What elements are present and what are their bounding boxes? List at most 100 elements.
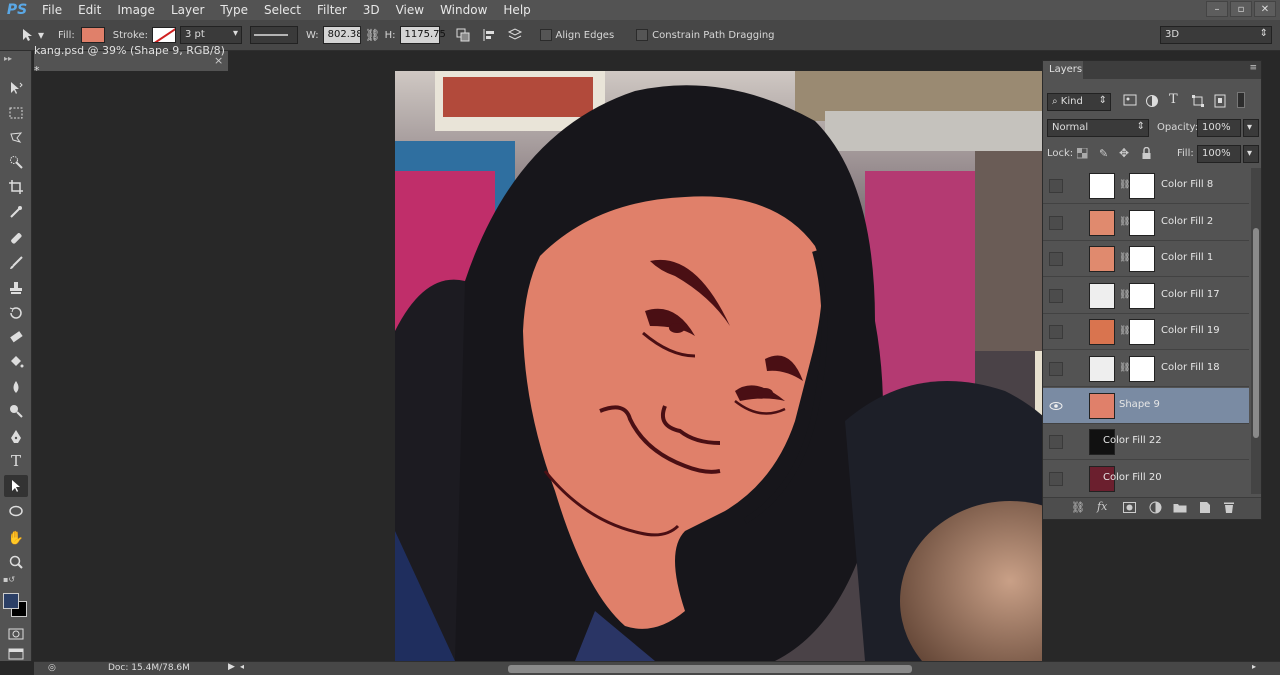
menu-view[interactable]: View (388, 0, 432, 20)
marquee-tool-icon[interactable] (4, 102, 28, 124)
pen-tool-icon[interactable] (4, 426, 28, 448)
layer-row[interactable]: Color Fill 22 (1043, 424, 1249, 461)
layer-mask-thumbnail[interactable] (1129, 356, 1155, 382)
layer-row[interactable]: ⛓ Color Fill 19 (1043, 314, 1249, 351)
quick-selection-tool-icon[interactable] (4, 151, 28, 173)
document-tab[interactable]: kang.psd @ 39% (Shape 9, RGB/8) * × (34, 44, 228, 77)
close-icon[interactable]: × (214, 51, 223, 71)
height-field[interactable]: 1175.75 (399, 26, 446, 44)
layer-mask-thumbnail[interactable] (1129, 173, 1155, 199)
layer-name[interactable]: Color Fill 1 (1161, 252, 1213, 263)
align-edges-checkbox[interactable] (539, 29, 552, 41)
pixel-layer-filter-icon[interactable] (1123, 94, 1139, 108)
link-layers-icon[interactable]: ⛓ (1071, 501, 1085, 514)
adjustment-layer-filter-icon[interactable] (1145, 94, 1161, 108)
visibility-toggle[interactable] (1049, 252, 1063, 267)
layer-row[interactable]: Shape 9 (1043, 387, 1249, 424)
layer-mask-thumbnail[interactable] (1129, 209, 1155, 236)
layer-row[interactable]: ⛓ Color Fill 1 (1043, 241, 1249, 278)
visibility-toggle[interactable] (1049, 435, 1063, 450)
menu-3d[interactable]: 3D (355, 0, 388, 20)
layer-name[interactable]: Color Fill 22 (1103, 435, 1162, 446)
panel-menu-icon[interactable]: ≡ (1249, 63, 1257, 73)
layer-mask-thumbnail[interactable] (1129, 246, 1155, 273)
path-selection-tool-icon[interactable] (4, 475, 28, 497)
layer-thumbnail[interactable] (1089, 282, 1115, 309)
crop-tool-icon[interactable] (4, 176, 28, 198)
layer-list-scrollbar-thumb[interactable] (1253, 228, 1259, 438)
healing-brush-tool-icon[interactable] (4, 227, 28, 249)
visibility-toggle[interactable] (1049, 288, 1063, 303)
default-colors-icon[interactable]: ▪↺ (3, 575, 15, 584)
path-arrangement-icon[interactable] (506, 26, 524, 44)
maximize-button[interactable]: ▫ (1230, 1, 1252, 17)
add-mask-icon[interactable] (1123, 502, 1136, 513)
path-alignment-icon[interactable] (480, 26, 498, 44)
status-menu-arrow-icon[interactable]: ▶ (228, 662, 235, 672)
eye-icon[interactable] (1049, 399, 1063, 413)
fill-slider-toggle[interactable]: ▾ (1243, 145, 1259, 163)
move-tool-icon[interactable] (4, 77, 28, 99)
clone-stamp-tool-icon[interactable] (4, 277, 28, 299)
eraser-tool-icon[interactable] (4, 326, 28, 348)
layer-name[interactable]: Color Fill 20 (1103, 472, 1162, 483)
blur-tool-icon[interactable] (4, 376, 28, 398)
visibility-toggle[interactable] (1049, 215, 1063, 230)
layer-thumbnail[interactable] (1089, 319, 1115, 346)
menu-edit[interactable]: Edit (70, 0, 109, 20)
minimize-button[interactable]: – (1206, 1, 1228, 17)
zoom-tool-icon[interactable] (4, 551, 28, 573)
quick-mask-icon[interactable] (4, 623, 28, 645)
layer-thumbnail[interactable] (1089, 246, 1115, 273)
layers-tab[interactable]: Layers (1043, 61, 1083, 79)
foreground-color-swatch[interactable] (3, 593, 19, 609)
new-adjustment-layer-icon[interactable] (1149, 501, 1162, 514)
stroke-style-dropdown[interactable] (249, 26, 298, 44)
layer-name[interactable]: Color Fill 18 (1161, 362, 1220, 373)
visibility-toggle[interactable] (1049, 362, 1063, 376)
visibility-toggle[interactable] (1049, 325, 1063, 340)
new-layer-icon[interactable] (1199, 501, 1211, 514)
menu-type[interactable]: Type (212, 0, 256, 20)
type-tool-icon[interactable]: T (4, 450, 28, 472)
layer-thumbnail[interactable] (1089, 173, 1115, 199)
history-brush-tool-icon[interactable] (4, 302, 28, 324)
layer-mask-thumbnail[interactable] (1129, 319, 1155, 346)
menu-select[interactable]: Select (256, 0, 309, 20)
smart-object-filter-icon[interactable] (1213, 94, 1229, 108)
layer-name[interactable]: Color Fill 19 (1161, 325, 1220, 336)
constrain-path-checkbox[interactable] (636, 29, 649, 41)
layer-filter-kind[interactable]: ⌕ Kind ⇕ (1047, 93, 1111, 111)
menu-image[interactable]: Image (109, 0, 163, 20)
menu-help[interactable]: Help (495, 0, 538, 20)
document-image[interactable] (395, 71, 1042, 661)
layer-row[interactable]: ⛓ Color Fill 8 (1043, 168, 1249, 204)
horizontal-scrollbar-thumb[interactable] (508, 665, 912, 673)
layer-thumbnail[interactable] (1089, 356, 1115, 382)
brush-tool-icon[interactable] (4, 252, 28, 274)
layer-name[interactable]: Color Fill 8 (1161, 179, 1213, 190)
layer-thumbnail[interactable] (1089, 392, 1115, 419)
layer-mask-thumbnail[interactable] (1129, 282, 1155, 309)
layer-name[interactable]: Color Fill 17 (1161, 289, 1220, 300)
ellipse-tool-icon[interactable] (4, 500, 28, 522)
trash-icon[interactable] (1223, 501, 1235, 514)
layer-row[interactable]: ⛓ Color Fill 2 (1043, 205, 1249, 241)
filter-toggle-switch[interactable] (1237, 92, 1245, 108)
lock-position-icon[interactable]: ✥ (1119, 146, 1129, 160)
scroll-right-icon[interactable]: ▸ (1252, 662, 1256, 671)
dodge-tool-icon[interactable] (4, 400, 28, 422)
new-group-folder-icon[interactable] (1173, 502, 1187, 513)
layer-name[interactable]: Shape 9 (1119, 399, 1160, 410)
close-button[interactable]: ✕ (1254, 1, 1276, 17)
menu-window[interactable]: Window (432, 0, 495, 20)
blend-mode-dropdown[interactable]: Normal ⇕ (1047, 119, 1149, 137)
canvas-area[interactable] (34, 71, 1042, 661)
lock-image-pixels-icon[interactable]: ✎ (1099, 147, 1108, 160)
scroll-left-icon[interactable]: ◂ (240, 662, 244, 671)
type-layer-filter-icon[interactable]: T (1169, 92, 1178, 107)
panel-collapse-icon[interactable]: ▸▸ (4, 54, 12, 63)
opacity-field[interactable]: 100% (1197, 119, 1241, 137)
paint-bucket-tool-icon[interactable] (4, 351, 28, 373)
visibility-toggle[interactable] (1049, 179, 1063, 193)
